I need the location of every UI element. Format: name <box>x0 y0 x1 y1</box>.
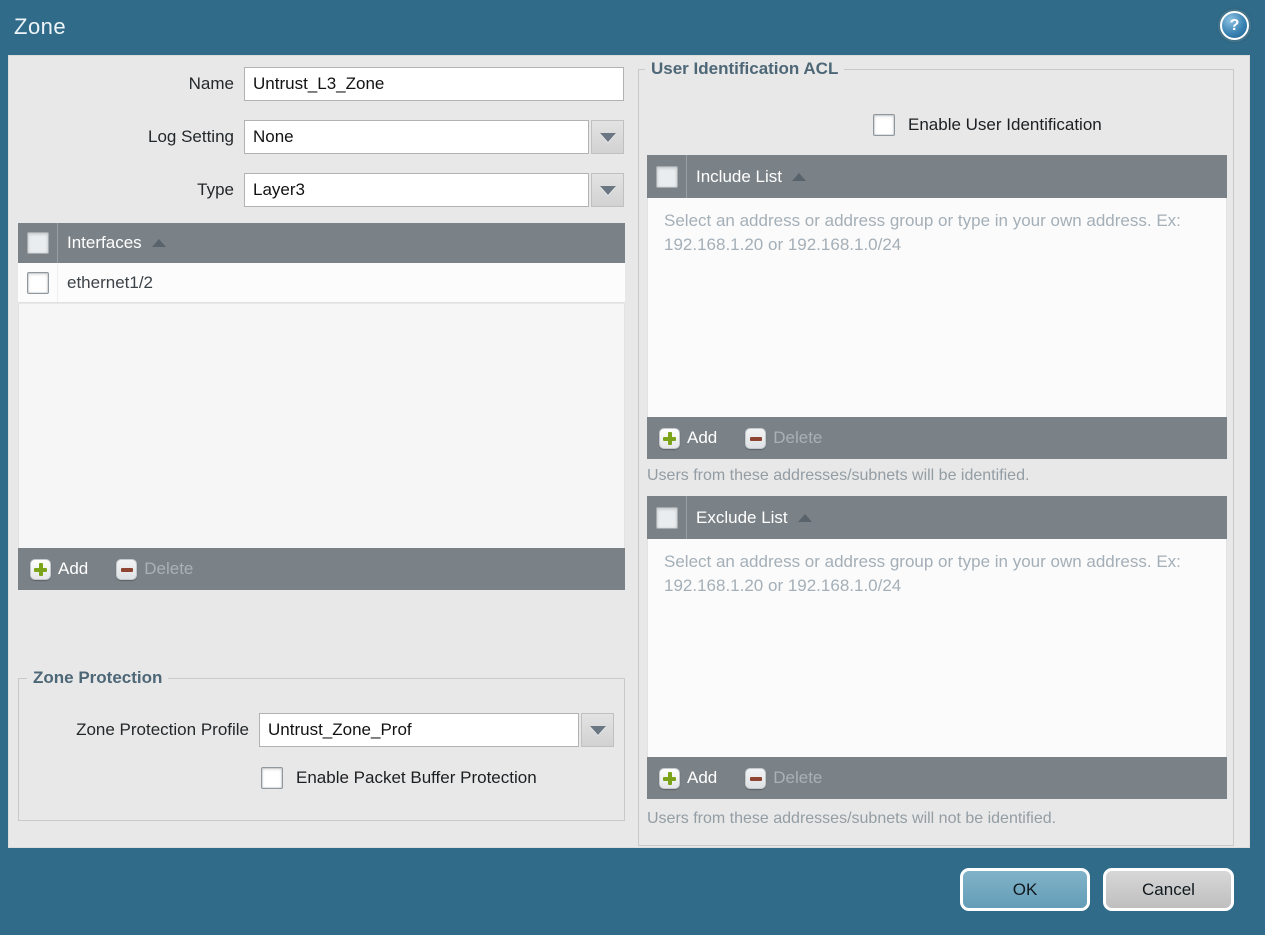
dialog-title: Zone <box>14 14 67 39</box>
interfaces-table-footer: Add Delete <box>18 548 625 590</box>
table-row-ethernet[interactable]: ethernet1/2 <box>18 263 625 303</box>
add-icon <box>659 767 680 789</box>
interfaces-column-header[interactable]: Interfaces <box>58 233 142 253</box>
include-list-column-header[interactable]: Include List <box>687 167 782 187</box>
help-icon[interactable]: ? <box>1220 11 1249 40</box>
exclude-add-button[interactable]: Add <box>659 767 717 789</box>
dialog-titlebar: Zone ? <box>0 0 1265 55</box>
packet-buffer-protection-label: Enable Packet Buffer Protection <box>296 768 537 787</box>
zone-protection-profile-label: Zone Protection Profile <box>76 720 249 739</box>
enable-user-identification-label: Enable User Identification <box>908 115 1102 134</box>
exclude-select-all-checkbox[interactable] <box>655 506 678 529</box>
include-list-placeholder: Select an address or address group or ty… <box>664 211 1181 254</box>
ethernet-row-checkbox[interactable] <box>26 271 49 294</box>
sort-ascending-icon <box>797 513 812 522</box>
interfaces-select-all-cell <box>18 223 58 263</box>
ok-button[interactable]: OK <box>960 868 1090 911</box>
include-list-body: Select an address or address group or ty… <box>647 198 1227 417</box>
include-list-footer: Add Delete <box>647 417 1227 459</box>
delete-icon <box>745 767 767 789</box>
add-icon <box>30 558 51 580</box>
interfaces-table: Interfaces ethernet1/2 Add Delete <box>18 223 625 590</box>
exclude-list-column-header[interactable]: Exclude List <box>687 508 788 528</box>
type-dropdown[interactable]: Layer3 <box>244 173 624 207</box>
exclude-list-body: Select an address or address group or ty… <box>647 539 1227 757</box>
zone-dialog: Name Log Setting None Type Layer3 Interf… <box>8 55 1250 848</box>
chevron-down-icon <box>599 132 616 142</box>
exclude-list-footer: Add Delete <box>647 757 1227 799</box>
row-checkbox-cell <box>18 263 58 302</box>
chevron-down-icon <box>589 725 606 735</box>
sort-ascending-icon <box>792 172 806 181</box>
exclude-select-all-cell <box>647 496 687 539</box>
include-select-all-checkbox[interactable] <box>655 165 678 188</box>
zone-protection-profile-dropdown[interactable]: Untrust_Zone_Prof <box>259 713 614 747</box>
exclude-list-header: Exclude List <box>647 496 1227 539</box>
include-select-all-cell <box>647 155 687 198</box>
log-setting-dropdown[interactable]: None <box>244 120 624 154</box>
log-setting-value[interactable]: None <box>244 120 589 154</box>
interfaces-table-empty-area <box>18 304 625 548</box>
type-value[interactable]: Layer3 <box>244 173 589 207</box>
delete-icon <box>745 427 767 449</box>
interfaces-table-header: Interfaces <box>18 223 625 263</box>
type-dropdown-button[interactable] <box>591 173 624 207</box>
exclude-list-table: Exclude List Select an address or addres… <box>647 496 1227 799</box>
user-identification-acl-legend: User Identification ACL <box>645 59 845 79</box>
cancel-button[interactable]: Cancel <box>1103 868 1234 911</box>
chevron-down-icon <box>599 185 616 195</box>
include-list-header: Include List <box>647 155 1227 198</box>
name-input[interactable] <box>244 67 624 101</box>
include-delete-button[interactable]: Delete <box>745 427 822 449</box>
zone-protection-legend: Zone Protection <box>27 668 169 688</box>
packet-buffer-protection-row: Enable Packet Buffer Protection <box>261 767 537 789</box>
log-setting-dropdown-button[interactable] <box>591 120 624 154</box>
delete-icon <box>116 558 138 580</box>
include-list-table: Include List Select an address or addres… <box>647 155 1227 459</box>
enable-user-identification-row: Enable User Identification <box>873 114 1102 136</box>
user-identification-acl-group: User Identification ACL Enable User Iden… <box>638 59 1234 846</box>
include-list-helper: Users from these addresses/subnets will … <box>647 467 1030 484</box>
exclude-list-placeholder: Select an address or address group or ty… <box>664 552 1181 595</box>
name-label: Name <box>188 74 234 93</box>
interfaces-delete-button[interactable]: Delete <box>116 558 193 580</box>
zone-protection-group: Zone Protection Zone Protection Profile … <box>18 668 625 821</box>
interface-name: ethernet1/2 <box>67 272 154 292</box>
zone-protection-profile-value[interactable]: Untrust_Zone_Prof <box>259 713 579 747</box>
sort-ascending-icon <box>151 239 166 247</box>
interfaces-add-button[interactable]: Add <box>30 558 88 580</box>
interfaces-select-all-checkbox[interactable] <box>26 232 49 254</box>
type-label: Type <box>197 180 234 199</box>
exclude-list-helper: Users from these addresses/subnets will … <box>647 810 1057 827</box>
zone-protection-profile-dropdown-button[interactable] <box>581 713 614 747</box>
enable-user-identification-checkbox[interactable] <box>873 114 895 136</box>
add-icon <box>659 427 680 449</box>
packet-buffer-protection-checkbox[interactable] <box>261 767 283 789</box>
exclude-delete-button[interactable]: Delete <box>745 767 822 789</box>
log-setting-label: Log Setting <box>147 127 234 146</box>
include-add-button[interactable]: Add <box>659 427 717 449</box>
